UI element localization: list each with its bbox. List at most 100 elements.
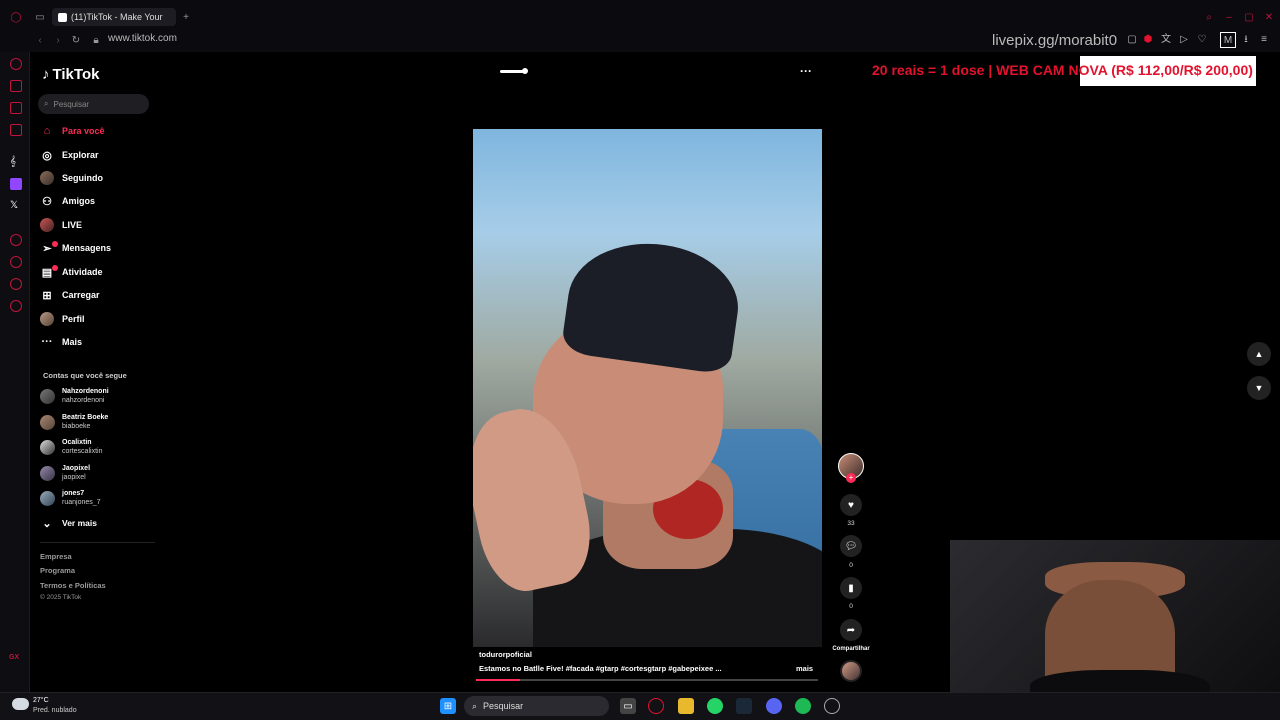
footer-link-programa[interactable]: Programa [40,566,75,575]
nav-atividade[interactable]: ▤ Atividade [40,263,160,281]
menu-icon[interactable]: ≡ [1258,34,1270,46]
twitch-icon[interactable] [10,102,22,114]
video-username[interactable]: todurorpoficial [479,650,532,659]
account-name: Ocalixtin [62,439,92,446]
back-icon[interactable]: ‹ [34,34,46,46]
play-icon[interactable]: ▷ [1178,34,1190,46]
windows-start-icon[interactable]: ⊞ [440,698,456,714]
following-account[interactable]: jones7 ruanjones_7 [40,487,150,509]
aria-icon[interactable] [10,58,22,70]
footer-link-termos[interactable]: Termos e Políticas [40,581,106,590]
music-disc-icon[interactable] [840,660,862,682]
tiktok-logo[interactable]: ♪ TikTok [42,66,99,83]
nav-mais[interactable]: ··· Mais [40,333,160,351]
nav-carregar[interactable]: ⊞ Carregar [40,286,160,304]
search-tabs-icon[interactable]: ⌕ [1203,11,1215,23]
tab-tiktok[interactable]: (11)TikTok - Make Your [52,8,176,26]
avatar [40,490,55,506]
news-icon[interactable] [10,124,22,136]
task-view-icon[interactable]: ▭ [620,698,636,714]
close-icon[interactable]: ✕ [1263,11,1275,23]
weather-cloud-icon[interactable] [12,698,29,710]
opera-logo-icon[interactable]: ◯ [10,11,22,23]
gx-logo-icon: GX [9,654,20,661]
following-account[interactable]: Ocalixtin cortescalixtin [40,436,150,458]
save-button[interactable]: ▮ [840,577,862,599]
nav-para-voce[interactable]: ⌂ Para você [40,122,160,140]
new-tab-icon[interactable]: + [180,11,192,23]
maximize-icon[interactable]: ▢ [1243,11,1255,23]
extensions-icon[interactable] [10,278,22,290]
settings-icon[interactable] [10,300,22,312]
shield-icon[interactable]: ⬢ [1142,34,1154,46]
download-icon[interactable]: ⭳ [1240,34,1252,46]
history-icon[interactable] [10,256,22,268]
tab-manager-icon[interactable]: ▭ [34,11,46,23]
divider [40,542,155,543]
account-name: Jaopixel [62,465,91,472]
search-icon: ⌕ [472,700,478,711]
minimize-icon[interactable]: – [1223,11,1235,23]
heart-icon[interactable]: ♡ [1196,34,1208,46]
heart-icon: ♥ [848,499,854,511]
weather-temp[interactable]: 27°C [33,697,49,704]
account-name: Nahzordenoni [62,388,109,395]
translate-icon[interactable]: 文 [1160,34,1172,46]
friends-icon: ⚇ [42,195,52,208]
account-username: jaopixel [62,474,86,481]
next-video-button[interactable]: ▼ [1247,376,1271,400]
nav-mensagens[interactable]: ➢ Mensagens [40,239,160,257]
forward-icon[interactable]: › [52,34,64,46]
player-icon[interactable] [10,234,22,246]
url-field[interactable]: www.tiktok.com [108,33,177,44]
twitch-app-icon[interactable] [10,178,22,190]
avatar [40,414,55,430]
lock-icon: 🔒︎ [93,34,99,46]
caption-more-button[interactable]: mais [796,664,813,673]
tiktok-sidebar-icon[interactable]: 𝄞 [10,156,22,168]
x-icon[interactable]: 𝕏 [10,200,22,212]
shopping-icon[interactable] [10,80,22,92]
following-account[interactable]: Jaopixel jaopixel [40,462,150,484]
spotify-icon[interactable] [795,698,811,714]
footer-link-empresa[interactable]: Empresa [40,552,72,561]
account-name: Beatriz Boeke [62,414,109,421]
volume-slider[interactable] [500,68,528,74]
nav-perfil[interactable]: Perfil [40,310,160,328]
following-account[interactable]: Beatriz Boeke biaboeke [40,411,150,433]
search-input[interactable]: ⌕ Pesquisar [38,94,149,114]
steam-icon[interactable] [736,698,752,714]
video-progress-bar[interactable] [476,679,818,681]
chevron-down-icon: ▼ [1254,383,1264,393]
whatsapp-icon[interactable] [707,698,723,714]
extension-m-icon[interactable]: M [1220,32,1236,48]
taskbar-search[interactable]: ⌕ Pesquisar [464,696,609,716]
nav-label: Amigos [62,196,96,206]
comment-button[interactable]: 💬︎ [840,535,862,557]
more-icon: ··· [41,336,53,348]
follow-plus-icon[interactable]: + [846,473,856,483]
share-button[interactable]: ➦ [840,619,862,641]
video-player[interactable] [473,129,822,647]
discord-icon[interactable] [766,698,782,714]
reload-icon[interactable]: ↻ [70,34,82,46]
opera-gx-taskbar-icon[interactable] [648,698,664,714]
snapshot-icon[interactable]: ▢ [1126,34,1138,46]
nav-label: Perfil [62,314,85,324]
live-icon [40,218,54,232]
nav-live[interactable]: LIVE [40,216,160,234]
video-hat [560,232,746,376]
previous-video-button[interactable]: ▲ [1247,342,1271,366]
nav-amigos[interactable]: ⚇ Amigos [40,192,160,210]
following-account[interactable]: Nahzordenoni nahzordenoni [40,385,150,407]
nav-label: Explorar [62,150,99,160]
obs-icon[interactable] [824,698,840,714]
upload-icon: ⊞ [42,289,52,302]
see-more-button[interactable]: ⌄ Ver mais [40,514,160,532]
more-options-icon[interactable]: ··· [800,64,812,78]
weather-status[interactable]: Pred. nublado [33,707,77,714]
nav-seguindo[interactable]: Seguindo [40,169,160,187]
nav-explorar[interactable]: ◎ Explorar [40,146,160,164]
file-explorer-icon[interactable] [678,698,694,714]
like-button[interactable]: ♥ [840,494,862,516]
